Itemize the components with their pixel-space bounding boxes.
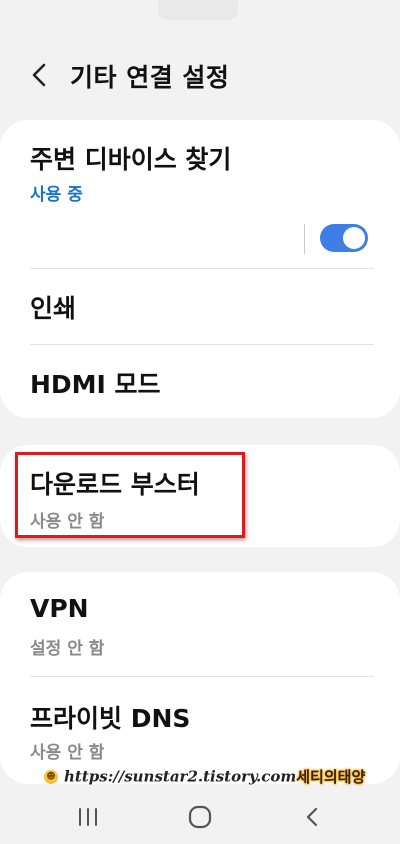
toggle-knob (343, 227, 365, 249)
download-booster-status: 사용 안 함 (30, 512, 105, 532)
recent-apps-icon (79, 808, 97, 826)
chevron-left-icon (32, 63, 46, 87)
hdmi-mode-item[interactable]: HDMI 모드 (0, 345, 400, 418)
back-button[interactable] (26, 60, 54, 90)
private-dns-title: 프라이빗 DNS (30, 704, 191, 733)
download-booster-title: 다운로드 부스터 (30, 470, 200, 499)
settings-card-devices: 주변 디바이스 찾기 사용 중 인쇄 HDMI 모드 (0, 120, 400, 418)
settings-card-download: 다운로드 부스터 사용 안 함 (0, 445, 400, 547)
back-icon (306, 807, 318, 827)
watermark: ☻ https://sunstar2.tistory.com세티의태양 (44, 766, 365, 790)
system-back-button[interactable] (290, 800, 334, 834)
system-navigation-bar (0, 790, 400, 844)
toggle-separator (304, 224, 305, 254)
home-icon (188, 805, 212, 829)
vpn-title: VPN (30, 594, 89, 623)
nearby-device-toggle[interactable] (320, 224, 368, 252)
watermark-url: https://sunstar2.tistory.com (64, 767, 297, 786)
vpn-status: 설정 안 함 (30, 639, 105, 659)
status-bar (0, 0, 400, 30)
print-item[interactable]: 인쇄 (0, 269, 400, 343)
nearby-device-scanning-item[interactable]: 주변 디바이스 찾기 사용 중 (0, 120, 400, 268)
nearby-device-status: 사용 중 (30, 185, 83, 205)
nearby-device-title: 주변 디바이스 찾기 (30, 145, 232, 174)
print-title: 인쇄 (30, 294, 77, 323)
emoji-face-icon: ☻ (44, 769, 58, 784)
watermark-name: 세티의태양 (296, 768, 366, 786)
hdmi-mode-title: HDMI 모드 (30, 370, 161, 399)
status-bar-notch (158, 0, 238, 20)
home-button[interactable] (178, 800, 222, 834)
page-title: 기타 연결 설정 (70, 63, 230, 92)
app-header: 기타 연결 설정 (0, 52, 400, 100)
recent-apps-button[interactable] (66, 800, 110, 834)
private-dns-status: 사용 안 함 (30, 743, 105, 763)
download-booster-item[interactable]: 다운로드 부스터 사용 안 함 (0, 445, 400, 547)
vpn-item[interactable]: VPN 설정 안 함 (0, 572, 400, 676)
settings-card-network: VPN 설정 안 함 프라이빗 DNS 사용 안 함 (0, 572, 400, 784)
